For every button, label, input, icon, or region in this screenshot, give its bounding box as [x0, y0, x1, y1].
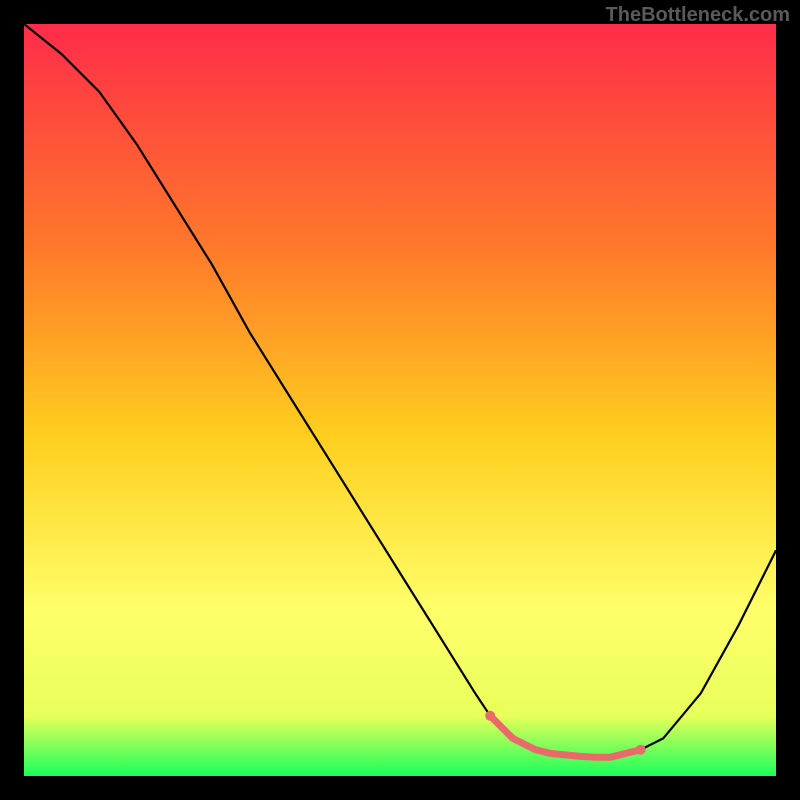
highlight-dot: [485, 711, 495, 721]
watermark-text: TheBottleneck.com: [606, 4, 790, 27]
gradient-background: [24, 24, 776, 776]
chart-svg: [24, 24, 776, 776]
highlight-dot: [636, 745, 646, 755]
chart-plot-area: [24, 24, 776, 776]
